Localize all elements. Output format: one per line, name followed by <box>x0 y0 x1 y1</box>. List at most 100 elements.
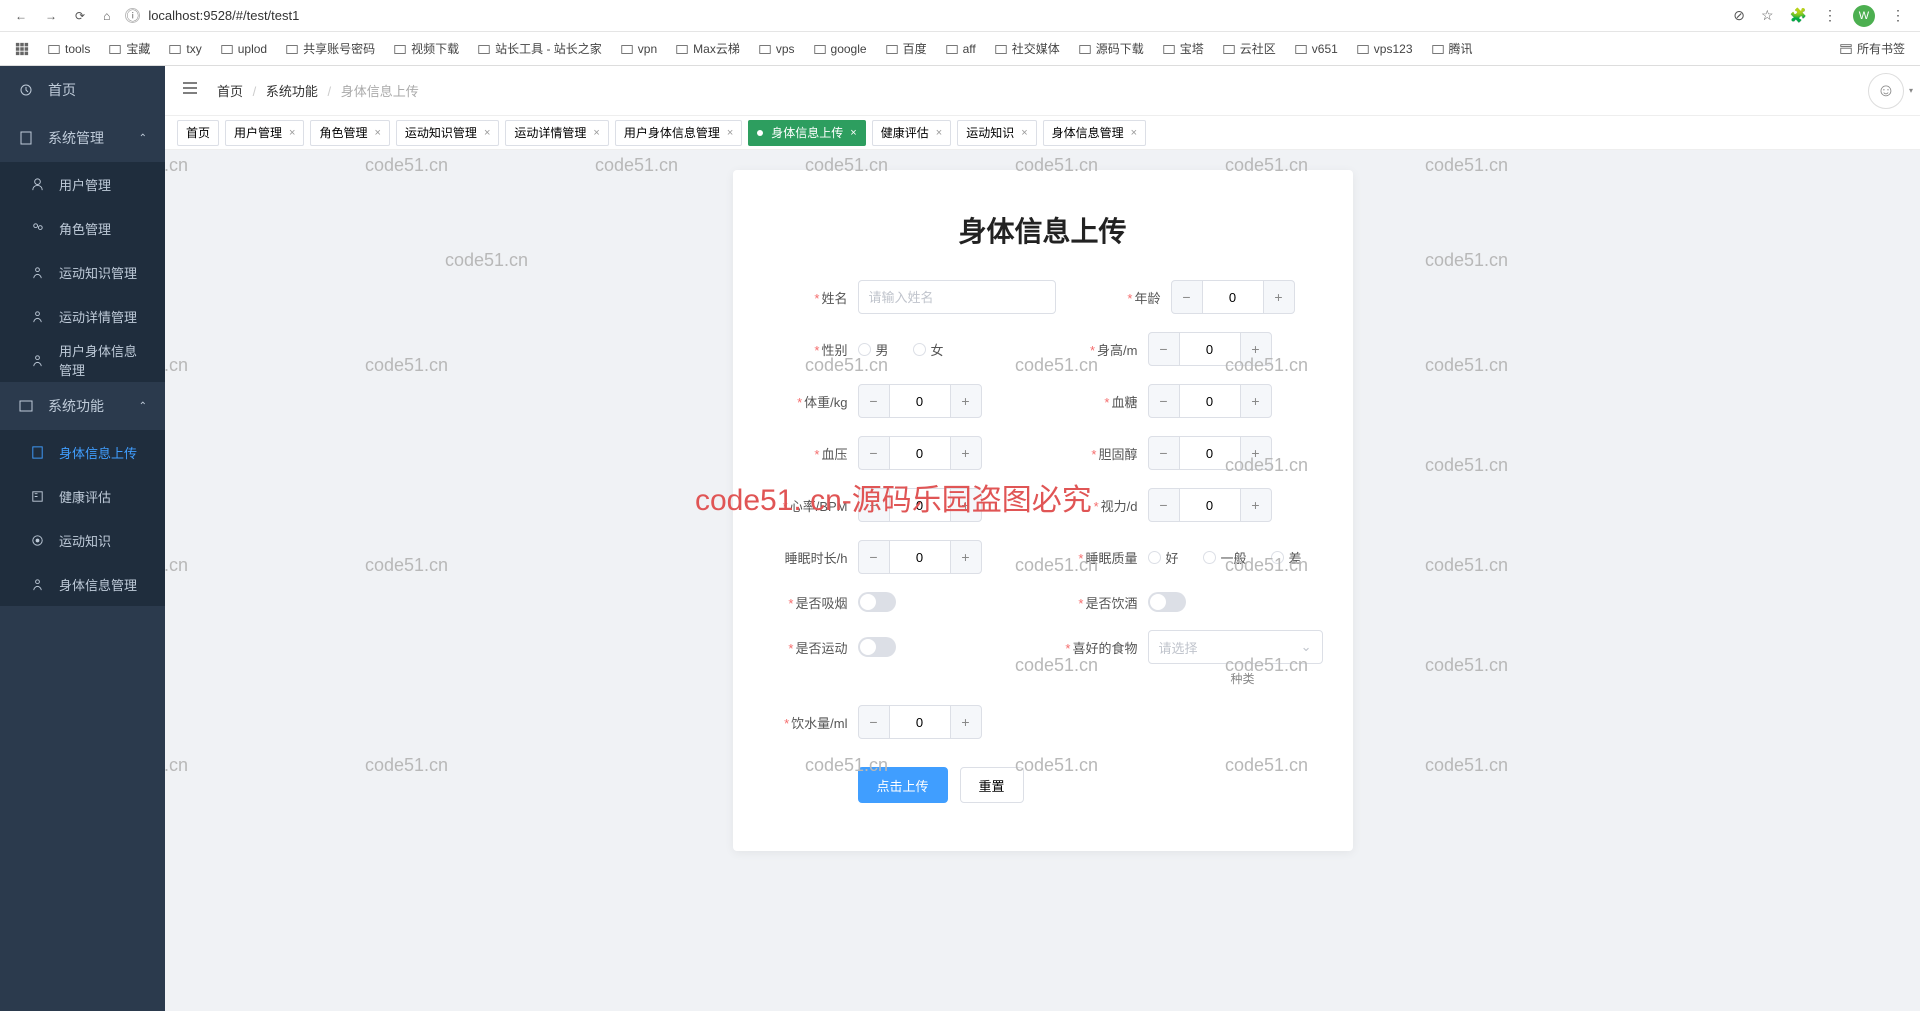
food-select[interactable]: 请选择⌄ <box>1148 630 1323 664</box>
hamburger-icon[interactable] <box>181 79 199 102</box>
radio-female[interactable]: 女 <box>913 340 944 359</box>
sidebar-item-sport-knowledge[interactable]: 运动知识 <box>0 518 165 562</box>
close-icon[interactable]: × <box>374 127 380 139</box>
radio-good[interactable]: 好 <box>1148 548 1179 567</box>
chol-stepper[interactable]: −+ <box>1148 436 1323 470</box>
vision-stepper[interactable]: −+ <box>1148 488 1323 522</box>
menu-icon[interactable]: ⋮ <box>1891 7 1905 24</box>
sidebar-item-body-upload[interactable]: 身体信息上传 <box>0 430 165 474</box>
radio-bad[interactable]: 差 <box>1271 548 1302 567</box>
apps-icon[interactable] <box>15 42 29 56</box>
reset-button[interactable]: 重置 <box>960 767 1024 803</box>
hr-stepper[interactable]: −+ <box>858 488 1033 522</box>
water-stepper[interactable]: −+ <box>858 705 1033 739</box>
plus-icon[interactable]: + <box>950 488 982 522</box>
close-icon[interactable]: × <box>1131 127 1137 139</box>
bp-stepper[interactable]: −+ <box>858 436 1033 470</box>
name-input[interactable] <box>858 280 1056 314</box>
minus-icon[interactable]: − <box>858 384 890 418</box>
breadcrumb-home[interactable]: 首页 <box>217 84 243 99</box>
nav-reload[interactable]: ⟳ <box>75 9 85 23</box>
bookmark-item[interactable]: vpn <box>620 42 657 56</box>
minus-icon[interactable]: − <box>1148 436 1180 470</box>
breadcrumb-func[interactable]: 系统功能 <box>266 84 318 99</box>
bookmark-item[interactable]: 百度 <box>885 40 927 57</box>
close-icon[interactable]: × <box>593 127 599 139</box>
sidebar-item-body-info-mgmt[interactable]: 身体信息管理 <box>0 562 165 606</box>
kebab-menu-icon[interactable]: ⋮ <box>1823 7 1837 24</box>
plus-icon[interactable]: + <box>950 705 982 739</box>
tab-item[interactable]: 角色管理× <box>310 120 389 146</box>
sidebar-item-health-eval[interactable]: 健康评估 <box>0 474 165 518</box>
password-icon[interactable]: ⊘ <box>1733 7 1745 24</box>
age-stepper[interactable]: −+ <box>1171 280 1323 314</box>
bookmark-item[interactable]: 宝塔 <box>1162 40 1204 57</box>
bookmark-item[interactable]: 云社区 <box>1222 40 1276 57</box>
minus-icon[interactable]: − <box>858 436 890 470</box>
bookmark-item[interactable]: 视频下载 <box>393 40 459 57</box>
sugar-stepper[interactable]: −+ <box>1148 384 1323 418</box>
drink-switch[interactable] <box>1148 592 1186 612</box>
bookmark-item[interactable]: 站长工具 - 站长之家 <box>477 40 602 57</box>
bookmark-item[interactable]: 宝藏 <box>108 40 150 57</box>
nav-home[interactable]: ⌂ <box>103 9 110 23</box>
nav-forward[interactable]: → <box>45 9 57 23</box>
bookmark-item[interactable]: txy <box>168 42 201 56</box>
tab-item[interactable]: 运动知识× <box>957 120 1036 146</box>
nav-back[interactable]: ← <box>15 9 27 23</box>
radio-mid[interactable]: 一般 <box>1203 548 1247 567</box>
bookmark-item[interactable]: uplod <box>220 42 267 56</box>
smoke-switch[interactable] <box>858 592 896 612</box>
star-icon[interactable]: ☆ <box>1761 7 1774 24</box>
sidebar-item-sys-mgmt[interactable]: 系统管理⌃ <box>0 114 165 162</box>
minus-icon[interactable]: − <box>1148 332 1180 366</box>
profile-avatar[interactable]: W <box>1853 5 1875 27</box>
bookmark-item[interactable]: 源码下载 <box>1078 40 1144 57</box>
tab-item[interactable]: 身体信息上传× <box>748 120 865 146</box>
bookmark-item[interactable]: v651 <box>1294 42 1338 56</box>
minus-icon[interactable]: − <box>858 705 890 739</box>
close-icon[interactable]: × <box>727 127 733 139</box>
close-icon[interactable]: × <box>936 127 942 139</box>
plus-icon[interactable]: + <box>1240 436 1272 470</box>
bookmark-item[interactable]: aff <box>945 42 976 56</box>
bookmark-item[interactable]: 腾讯 <box>1431 40 1473 57</box>
bookmark-item[interactable]: vps <box>758 42 795 56</box>
sidebar-item-user-body-mgmt[interactable]: 用户身体信息管理 <box>0 338 165 382</box>
all-bookmarks[interactable]: 所有书签 <box>1839 40 1905 57</box>
sidebar-item-role-mgmt[interactable]: 角色管理 <box>0 206 165 250</box>
sport-switch[interactable] <box>858 637 896 657</box>
extension-icon[interactable]: 🧩 <box>1790 7 1807 24</box>
sidebar-item-sport-knowledge-mgmt[interactable]: 运动知识管理 <box>0 250 165 294</box>
sidebar-item-sport-detail-mgmt[interactable]: 运动详情管理 <box>0 294 165 338</box>
user-avatar[interactable]: ☺▾ <box>1868 73 1904 109</box>
plus-icon[interactable]: + <box>1263 280 1295 314</box>
plus-icon[interactable]: + <box>1240 488 1272 522</box>
sleep-stepper[interactable]: −+ <box>858 540 1033 574</box>
tab-item[interactable]: 用户身体信息管理× <box>615 120 742 146</box>
height-stepper[interactable]: −+ <box>1148 332 1323 366</box>
minus-icon[interactable]: − <box>858 488 890 522</box>
sidebar-item-user-mgmt[interactable]: 用户管理 <box>0 162 165 206</box>
tab-item[interactable]: 首页 <box>177 120 219 146</box>
close-icon[interactable]: × <box>850 127 856 139</box>
bookmark-item[interactable]: 社交媒体 <box>994 40 1060 57</box>
tab-item[interactable]: 身体信息管理× <box>1043 120 1146 146</box>
close-icon[interactable]: × <box>484 127 490 139</box>
weight-stepper[interactable]: −+ <box>858 384 1033 418</box>
site-info-icon[interactable]: ⓘ <box>125 8 140 23</box>
close-icon[interactable]: × <box>289 127 295 139</box>
bookmark-item[interactable]: 共享账号密码 <box>285 40 375 57</box>
radio-male[interactable]: 男 <box>858 340 889 359</box>
plus-icon[interactable]: + <box>1240 384 1272 418</box>
plus-icon[interactable]: + <box>950 436 982 470</box>
plus-icon[interactable]: + <box>950 384 982 418</box>
minus-icon[interactable]: − <box>1171 280 1203 314</box>
plus-icon[interactable]: + <box>950 540 982 574</box>
bookmark-item[interactable]: tools <box>47 42 90 56</box>
sidebar-item-sys-func[interactable]: 系统功能⌃ <box>0 382 165 430</box>
bookmark-item[interactable]: google <box>813 42 867 56</box>
submit-button[interactable]: 点击上传 <box>858 767 948 803</box>
plus-icon[interactable]: + <box>1240 332 1272 366</box>
bookmark-item[interactable]: Max云梯 <box>675 40 740 57</box>
